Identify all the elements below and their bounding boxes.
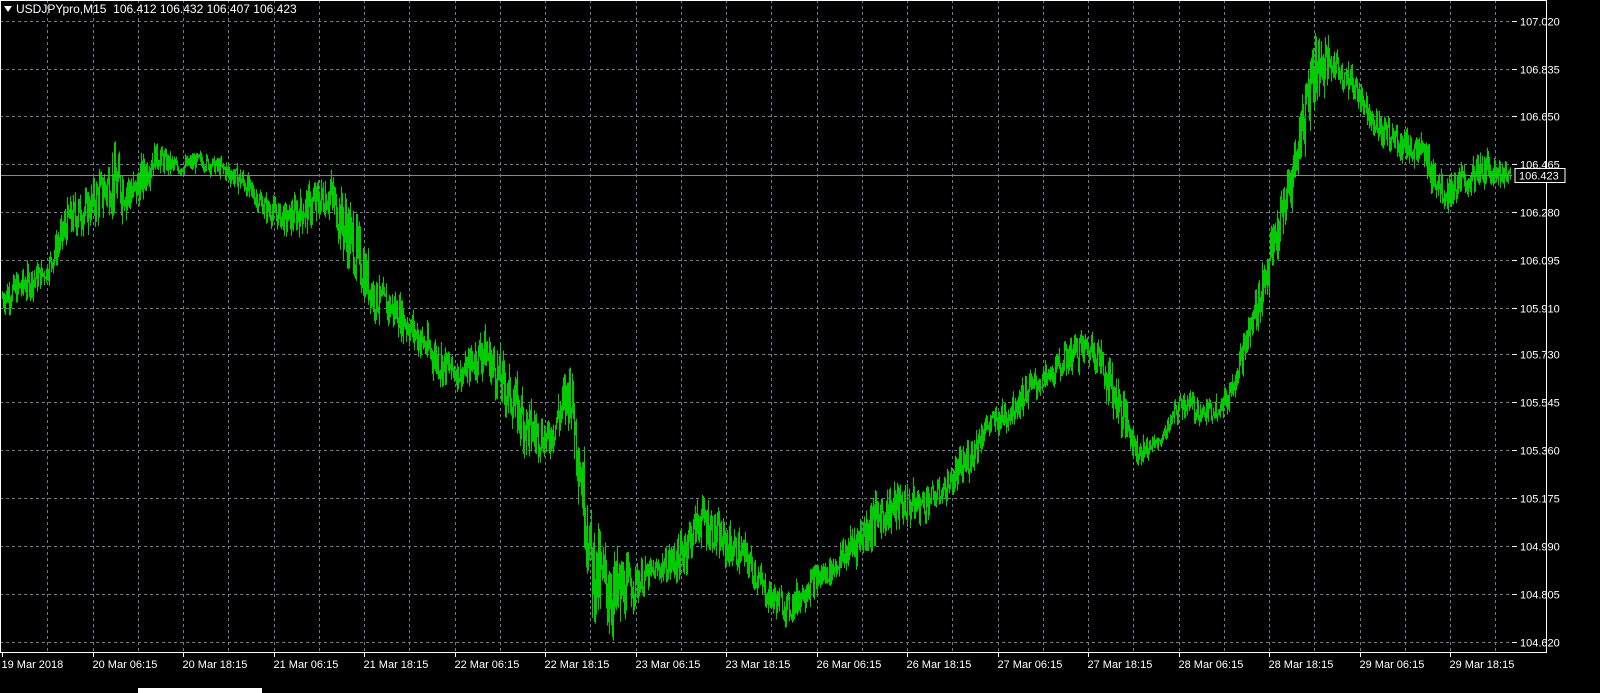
x-tick-label: 28 Mar 06:15 [1179, 659, 1244, 671]
x-tick-label: 22 Mar 18:15 [545, 659, 610, 671]
y-tick-label: 105.175 [1520, 494, 1560, 506]
y-tick-label: 107.020 [1520, 17, 1560, 29]
chevron-down-icon[interactable] [4, 6, 12, 12]
ohlc-values: 106.412 106.432 106.407 106.423 [113, 2, 297, 16]
symbol-label: USDJPYpro,M15 [16, 2, 107, 16]
x-tick-label: 22 Mar 06:15 [455, 659, 520, 671]
x-tick-label: 26 Mar 06:15 [817, 659, 882, 671]
x-tick-label: 26 Mar 18:15 [907, 659, 972, 671]
y-tick-label: 106.650 [1520, 112, 1560, 124]
y-tick-label: 105.360 [1520, 446, 1560, 458]
x-tick-label: 20 Mar 18:15 [183, 659, 248, 671]
x-tick-label: 29 Mar 06:15 [1360, 659, 1425, 671]
current-price-text: 106.423 [1519, 171, 1559, 183]
x-tick-label: 29 Mar 18:15 [1450, 659, 1515, 671]
price-chart[interactable]: 107.020106.835106.650106.465106.280106.0… [0, 0, 1600, 693]
y-tick-label: 104.805 [1520, 590, 1560, 602]
y-tick-label: 106.835 [1520, 65, 1560, 77]
x-tick-label: 19 Mar 2018 [2, 659, 64, 671]
x-tick-label: 23 Mar 18:15 [726, 659, 791, 671]
y-tick-label: 105.910 [1520, 304, 1560, 316]
scrollbar-thumb[interactable] [138, 688, 262, 693]
y-tick-label: 104.620 [1520, 638, 1560, 650]
x-tick-label: 21 Mar 06:15 [274, 659, 339, 671]
y-tick-label: 104.990 [1520, 542, 1560, 554]
x-tick-label: 28 Mar 18:15 [1269, 659, 1334, 671]
x-tick-label: 27 Mar 18:15 [1088, 659, 1153, 671]
y-tick-label: 106.280 [1520, 208, 1560, 220]
y-tick-label: 105.545 [1520, 398, 1560, 410]
x-tick-label: 27 Mar 06:15 [998, 659, 1063, 671]
x-tick-label: 23 Mar 06:15 [636, 659, 701, 671]
y-tick-label: 105.730 [1520, 350, 1560, 362]
x-tick-label: 21 Mar 18:15 [364, 659, 429, 671]
y-tick-label: 106.095 [1520, 256, 1560, 268]
chart-header: USDJPYpro,M15 106.412 106.432 106.407 10… [2, 2, 297, 16]
current-price-label: 106.423 [1514, 168, 1566, 183]
x-tick-label: 20 Mar 06:15 [93, 659, 158, 671]
